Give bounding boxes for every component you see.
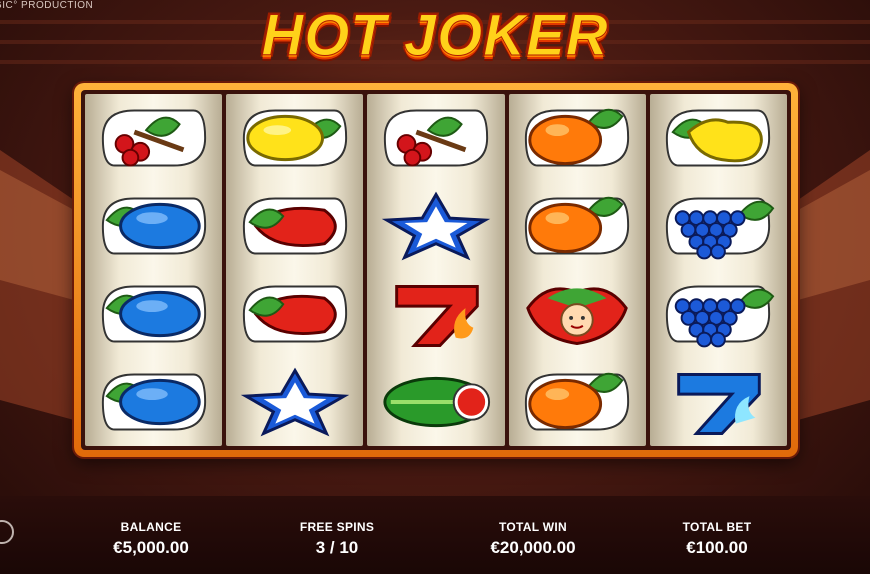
total-win-value: €20,000.00 — [490, 538, 576, 557]
grapes-icon — [658, 185, 778, 267]
game-title: HOT JOKER — [261, 3, 609, 69]
balance-value: €5,000.00 — [113, 538, 189, 557]
game-logo: HOT JOKER — [0, 2, 870, 69]
cherries-icon — [376, 97, 496, 179]
lemon-icon — [235, 97, 355, 179]
orange-icon — [517, 185, 637, 267]
total-bet-label: TOTAL BET — [682, 520, 752, 534]
free-spins-display: FREE SPINS 3 / 10 — [282, 520, 392, 558]
free-spins-value: 3 / 10 — [315, 538, 359, 557]
reel-3 — [367, 94, 505, 446]
total-win-display: TOTAL WIN €20,000.00 — [470, 520, 596, 558]
strawberry-icon — [235, 273, 355, 355]
strawberry-icon — [235, 185, 355, 267]
reel-1 — [85, 94, 223, 446]
seven-fire-icon — [376, 273, 496, 355]
pear-icon — [658, 97, 778, 179]
plum-icon — [94, 185, 214, 267]
orange-icon — [517, 97, 637, 179]
plum-icon — [94, 361, 214, 443]
watermelon-icon — [376, 361, 496, 443]
grapes-icon — [658, 273, 778, 355]
reels-area[interactable] — [81, 90, 791, 450]
free-spins-label: FREE SPINS — [299, 520, 375, 534]
total-win-label: TOTAL WIN — [498, 520, 568, 534]
reel-5 — [649, 94, 788, 446]
plum-icon — [94, 273, 214, 355]
reels-frame — [74, 83, 798, 457]
reel-4 — [508, 94, 646, 446]
seven-water-icon — [658, 361, 778, 443]
star-icon — [376, 185, 496, 267]
total-bet-value: €100.00 — [686, 538, 748, 557]
reel-2 — [226, 94, 364, 446]
total-bet-display: TOTAL BET €100.00 — [662, 520, 772, 558]
star-icon — [235, 361, 355, 443]
balance-label: BALANCE — [120, 520, 182, 534]
joker-icon — [517, 273, 637, 355]
cherries-icon — [94, 97, 214, 179]
balance-display: BALANCE €5,000.00 — [96, 520, 206, 558]
orange-icon — [517, 361, 637, 443]
